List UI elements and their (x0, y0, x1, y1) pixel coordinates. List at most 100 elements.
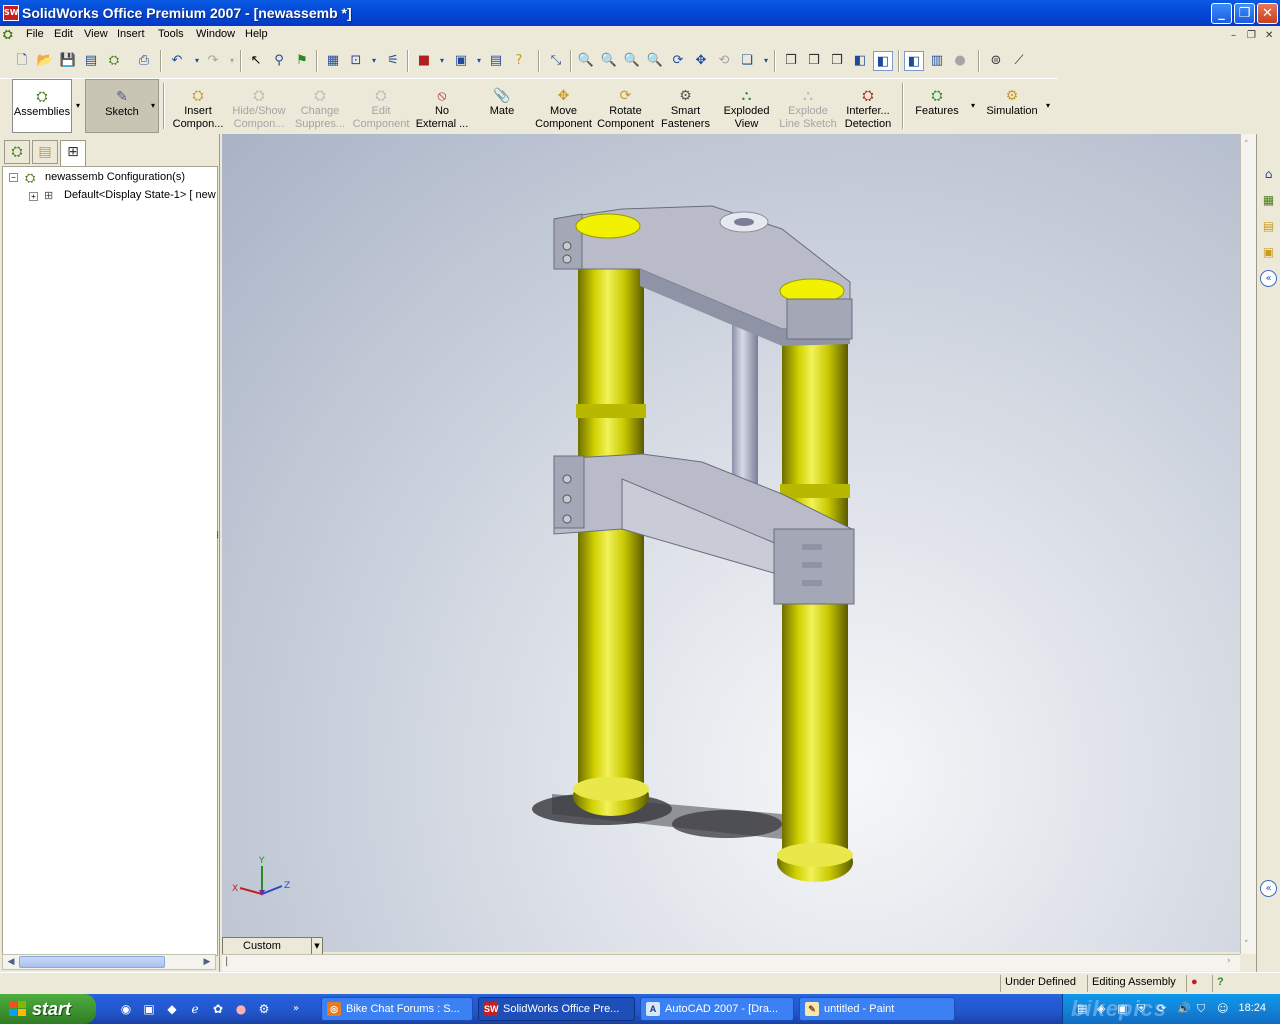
media-icon[interactable]: ● (233, 1001, 249, 1017)
sketch-tool-icon[interactable]: ⊡ (346, 51, 366, 71)
redo-dropdown-icon[interactable]: ▾ (222, 51, 242, 71)
rebuild-status-icon[interactable]: ● (1186, 975, 1208, 992)
show-desktop-icon[interactable]: ◉ (118, 1001, 134, 1017)
cm-edit-component-button[interactable]: ⛭ Edit Component (351, 79, 411, 133)
assembly-model[interactable]: Y X Z (222, 134, 1240, 952)
menu-file[interactable]: File (26, 28, 44, 40)
property-manager-tab-icon[interactable]: ▤ (32, 140, 58, 164)
tray-security-icon[interactable]: ⛉ (1197, 1002, 1205, 1016)
realview-icon[interactable]: ● (950, 51, 970, 71)
scroll-thumb[interactable] (19, 956, 165, 968)
scroll-right-icon[interactable]: › (1227, 956, 1231, 966)
cm-sketch-dropdown-icon[interactable]: ▾ (147, 79, 159, 133)
component-icon[interactable]: ■ (414, 51, 434, 71)
pan-icon[interactable]: ✥ (691, 51, 711, 71)
minimize-button[interactable]: _ (1211, 3, 1232, 24)
cm-insert-components-button[interactable]: ⛭ Insert Compon... (168, 79, 228, 133)
doc-restore-icon[interactable]: ❐ (1247, 30, 1256, 41)
view-palette-icon[interactable]: ▣ (1260, 244, 1277, 261)
task-bike-chat-forums[interactable]: ◎ Bike Chat Forums : S... (321, 997, 473, 1021)
pane-splitter-handle[interactable]: ⁞ (216, 530, 219, 541)
hidden-lines-removed-icon[interactable]: ❒ (827, 51, 847, 71)
cm-explode-line-sketch-button[interactable]: ⛬ Explode Line Sketch (778, 79, 838, 133)
expand-pane-icon[interactable]: « (1260, 880, 1277, 897)
internet-explorer-icon[interactable]: ℯ (187, 1001, 203, 1017)
viewport-horizontal-scrollbar[interactable]: | › (222, 954, 1240, 971)
cm-mate-button[interactable]: 📎 Mate (473, 79, 531, 133)
task-paint[interactable]: ✎ untitled - Paint (799, 997, 955, 1021)
graphics-area[interactable]: Y X Z (222, 134, 1240, 952)
layout-icon[interactable]: ▣ (451, 51, 471, 71)
cm-smart-fasteners-button[interactable]: ⚙ Smart Fasteners (657, 79, 714, 133)
cm-change-suppression-button[interactable]: ⛭ Change Suppres... (290, 79, 350, 133)
component-dropdown-icon[interactable]: ▾ (432, 51, 452, 71)
cm-hide-show-button[interactable]: ⛭ Hide/Show Compon... (229, 79, 289, 133)
properties-icon[interactable]: ▤ (486, 51, 506, 71)
standard-views-icon[interactable]: ❏ (737, 51, 757, 71)
home-icon[interactable]: ⌂ (1260, 166, 1277, 183)
sketch-dropdown-icon[interactable]: ▾ (364, 51, 384, 71)
scroll-marker-icon[interactable]: | (225, 956, 228, 967)
scroll-left-icon[interactable]: ◀ (4, 956, 18, 968)
zoom-to-area-icon[interactable]: 🔍 (599, 51, 619, 71)
cm-simulation-button[interactable]: ⚙ Simulation (981, 79, 1043, 133)
configuration-manager-tab-icon[interactable]: ⊞ (60, 140, 86, 166)
scroll-right-icon[interactable]: ▶ (200, 956, 214, 968)
make-assembly-icon[interactable]: ⛭ (104, 51, 124, 71)
zoom-to-fit-icon[interactable]: 🔍 (576, 51, 596, 71)
cm-no-external-button[interactable]: ⦸ No External ... (412, 79, 472, 133)
shadows-icon[interactable]: ◧ (904, 51, 924, 71)
tray-antivirus-icon[interactable]: ◈ (1097, 1002, 1105, 1015)
cm-rotate-component-button[interactable]: ⟳ Rotate Component (595, 79, 656, 133)
task-solidworks[interactable]: SW SolidWorks Office Pre... (478, 997, 635, 1021)
solidworks-menu-icon[interactable]: ⛭ (3, 27, 19, 43)
new-document-icon[interactable]: 🗋 (12, 51, 32, 71)
smart-dimension-icon[interactable]: ⟋ (1009, 51, 1029, 71)
quicklaunch-tool-icon[interactable]: ⚙ (256, 1001, 272, 1017)
tray-messenger-icon[interactable]: ☺ (1217, 1002, 1228, 1015)
views-dropdown-icon[interactable]: ▾ (756, 51, 776, 71)
tree-horizontal-scrollbar[interactable]: ◀ ▶ (2, 954, 216, 970)
cm-interference-detection-button[interactable]: ⛭ Interfer... Detection (839, 79, 897, 133)
tray-sync-icon[interactable]: ⟳ (1157, 1002, 1166, 1015)
wireframe-icon[interactable]: ❒ (781, 51, 801, 71)
sketch-relations-icon[interactable]: ⊜ (986, 51, 1006, 71)
quicklaunch-more-icon[interactable]: » (288, 1001, 304, 1017)
doc-minimize-icon[interactable]: – (1231, 30, 1236, 41)
cm-features-button[interactable]: ⛭ Features (908, 79, 966, 133)
collapse-pane-icon[interactable]: « (1260, 270, 1277, 287)
expand-icon[interactable]: + (29, 192, 38, 201)
undo-icon[interactable]: ↶ (167, 51, 187, 71)
help-icon[interactable]: ? (509, 51, 529, 71)
zoom-to-selection-icon[interactable]: 🔍 (645, 51, 665, 71)
scroll-up-icon[interactable]: ˄ (1244, 140, 1249, 150)
save-icon[interactable]: 💾 (58, 51, 78, 71)
viewport-vertical-scrollbar[interactable]: ˄ ˅ (1240, 134, 1256, 954)
menu-edit[interactable]: Edit (54, 28, 73, 40)
cm-assemblies-dropdown-icon[interactable]: ▾ (72, 79, 84, 133)
rebuild-icon[interactable]: ⚑ (292, 51, 312, 71)
feature-manager-tab-icon[interactable]: ⛭ (4, 140, 30, 164)
config-tab-custom[interactable]: Custom (222, 937, 312, 955)
select-arrow-icon[interactable]: ↖ (246, 51, 266, 71)
section-view-icon[interactable]: ▥ (927, 51, 947, 71)
help-status-icon[interactable]: ? (1212, 975, 1236, 992)
redo-icon[interactable]: ↷ (203, 51, 223, 71)
quicklaunch-app-icon[interactable]: ◆ (164, 1001, 180, 1017)
menu-tools[interactable]: Tools (158, 28, 184, 40)
system-clock[interactable]: 18:24 (1238, 1002, 1266, 1014)
instant3d-icon[interactable]: ⚟ (383, 51, 403, 71)
solidworks-app-icon[interactable]: SW (3, 5, 19, 21)
rotate-view-icon[interactable]: ⟳ (668, 51, 688, 71)
menu-window[interactable]: Window (196, 28, 235, 40)
previous-view-icon[interactable]: ⤡ (546, 51, 566, 71)
cm-features-dropdown-icon[interactable]: ▾ (967, 79, 979, 133)
roll-view-icon[interactable]: ⟲ (714, 51, 734, 71)
cm-exploded-view-button[interactable]: ⛬ Exploded View (716, 79, 777, 133)
hidden-lines-visible-icon[interactable]: ❒ (804, 51, 824, 71)
start-button[interactable]: start (0, 994, 96, 1024)
tray-volume-icon[interactable]: 🔊 (1177, 1002, 1191, 1015)
design-library-icon[interactable]: ▦ (1260, 192, 1277, 209)
open-folder-icon[interactable]: 📂 (35, 51, 55, 71)
cm-move-component-button[interactable]: ✥ Move Component (533, 79, 594, 133)
